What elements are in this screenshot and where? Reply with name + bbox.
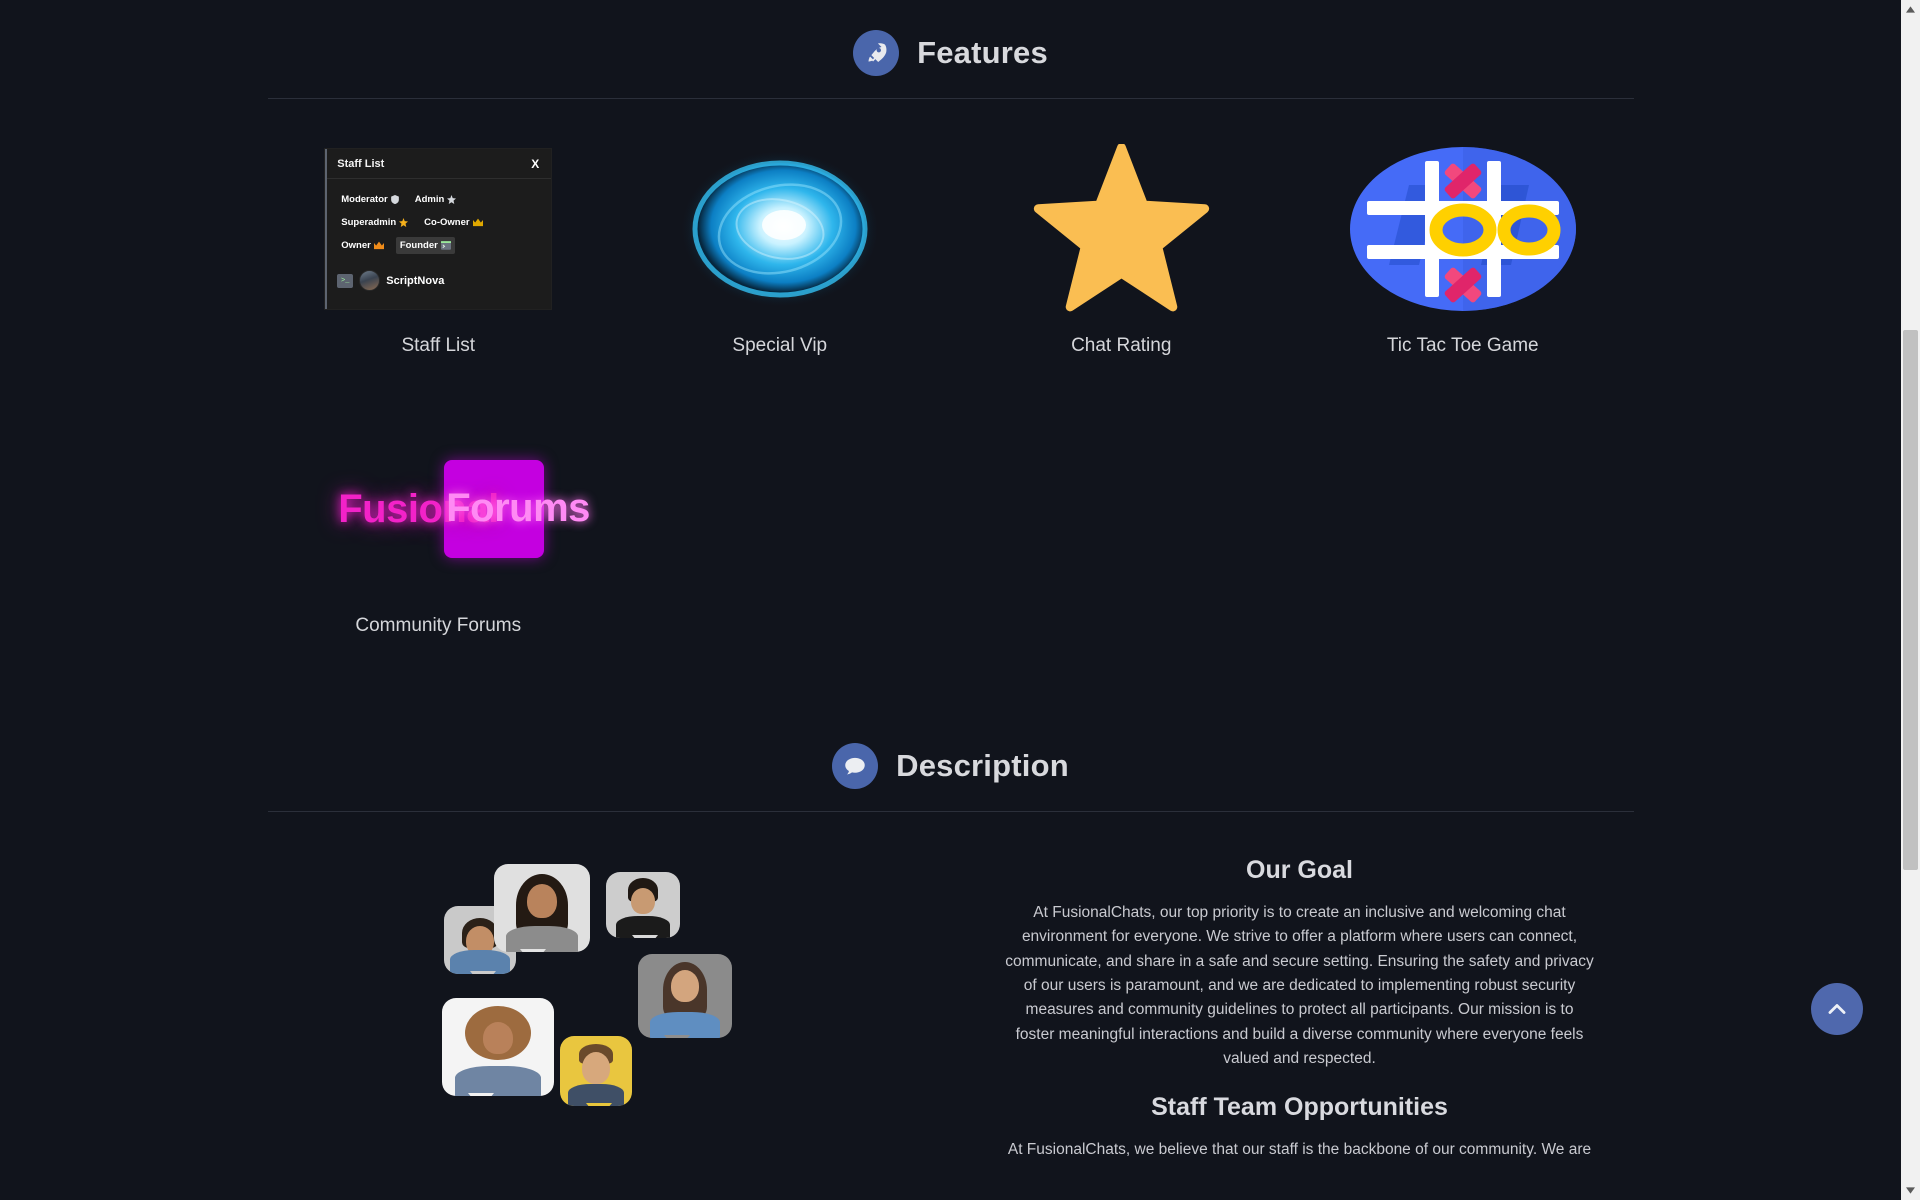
special-vip-art <box>640 139 920 319</box>
scrollbar-up-arrow[interactable] <box>1901 0 1920 19</box>
scroll-viewport[interactable]: Features Staff List X Moderator Admin Su… <box>0 0 1901 1200</box>
collage-photo-5 <box>441 998 554 1096</box>
close-icon[interactable]: X <box>531 157 539 171</box>
scrollbar-down-arrow[interactable] <box>1901 1181 1920 1200</box>
triangle-up-icon <box>1906 6 1915 13</box>
staff-list-art: Staff List X Moderator Admin Superadmin … <box>298 139 578 319</box>
description-text-column: Our Goal At FusionalChats, our top prior… <box>966 850 1634 1185</box>
scrollbar-thumb[interactable] <box>1903 330 1918 870</box>
fusional-forums-logo: Fusional Forums <box>334 460 590 558</box>
chevron-up-icon <box>1828 1004 1846 1014</box>
role-chip-owner[interactable]: Owner <box>337 237 388 254</box>
blue-energy-orb-icon <box>680 150 879 307</box>
description-heading-staff-team: Staff Team Opportunities <box>1151 1093 1448 1122</box>
staff-list-window-title: Staff List <box>337 157 385 170</box>
role-label: Co-Owner <box>424 217 470 228</box>
description-section-header: Description <box>268 713 1634 789</box>
terminal-badge-icon: >_ <box>337 273 354 288</box>
features-title: Features <box>917 35 1048 70</box>
role-chip-co-owner[interactable]: Co-Owner <box>420 214 486 231</box>
logo-word-forums: Forums <box>446 486 590 530</box>
star-gold-icon <box>399 218 409 227</box>
description-title: Description <box>896 748 1069 783</box>
feature-card-tic-tac-toe[interactable]: Tic Tac Toe Game <box>1292 139 1634 357</box>
person-portrait <box>560 1036 632 1106</box>
shield-icon <box>390 195 399 204</box>
collage-photo-3 <box>605 872 680 938</box>
collage-photo-2 <box>493 864 590 952</box>
avatar <box>359 270 381 291</box>
person-portrait <box>442 998 554 1096</box>
description-body-our-goal: At FusionalChats, our top priority is to… <box>1005 904 1594 1067</box>
description-heading-our-goal: Our Goal <box>1246 856 1353 884</box>
role-chip-founder[interactable]: Founder <box>395 237 455 254</box>
collage-photo-6 <box>559 1036 632 1106</box>
role-label: Owner <box>341 240 371 251</box>
staff-list-body: Moderator Admin Superadmin Co-Owner Owne… <box>327 179 551 291</box>
description-collage-column <box>268 850 936 1185</box>
feature-card-community-forums[interactable]: Fusional Forums Community Forums <box>268 419 610 637</box>
scroll-to-top-button[interactable] <box>1811 983 1863 1035</box>
page-root: Features Staff List X Moderator Admin Su… <box>0 0 1920 1200</box>
person-portrait <box>638 954 732 1038</box>
person-portrait <box>494 864 590 952</box>
features-grid: Staff List X Moderator Admin Superadmin … <box>268 139 1634 637</box>
feature-label: Tic Tac Toe Game <box>1386 335 1539 356</box>
feature-label: Staff List <box>401 335 476 356</box>
star-grey-icon <box>447 195 457 204</box>
tic-tac-toe-art <box>1323 139 1603 319</box>
staff-role-list: Moderator Admin Superadmin Co-Owner Owne… <box>337 191 541 254</box>
feature-card-special-vip[interactable]: Special Vip <box>609 139 951 357</box>
role-chip-moderator[interactable]: Moderator <box>337 191 402 208</box>
gold-star-icon <box>1033 144 1209 312</box>
description-content: Our Goal At FusionalChats, our top prior… <box>268 812 1634 1185</box>
tic-tac-toe-board-icon <box>1349 147 1576 311</box>
staff-list-window[interactable]: Staff List X Moderator Admin Superadmin … <box>325 149 552 309</box>
role-label: Founder <box>399 240 438 251</box>
staff-list-titlebar: Staff List X <box>327 149 552 179</box>
community-forums-art: Fusional Forums <box>298 419 590 599</box>
feature-label: Chat Rating <box>1071 335 1172 356</box>
terminal-icon <box>440 241 451 250</box>
collage-photo-4 <box>637 954 732 1038</box>
chat-rating-art <box>981 139 1261 319</box>
triangle-down-icon <box>1906 1187 1915 1194</box>
speech-bubble-icon <box>832 743 879 789</box>
people-photo-collage <box>441 850 762 1110</box>
role-chip-admin[interactable]: Admin <box>411 191 461 208</box>
features-container: Staff List X Moderator Admin Superadmin … <box>268 99 1634 637</box>
role-label: Superadmin <box>341 217 397 228</box>
person-portrait <box>606 872 680 938</box>
feature-card-chat-rating[interactable]: Chat Rating <box>951 139 1293 357</box>
crown-gold-icon <box>472 218 483 227</box>
role-label: Admin <box>414 194 445 205</box>
feature-label: Special Vip <box>732 335 828 356</box>
rocket-icon <box>853 30 900 76</box>
role-label: Moderator <box>341 194 388 205</box>
page-scrollbar[interactable] <box>1901 0 1920 1200</box>
feature-label: Community Forums <box>355 615 522 636</box>
role-chip-superadmin[interactable]: Superadmin <box>337 214 412 231</box>
features-section-header: Features <box>268 0 1634 76</box>
staff-member-row[interactable]: >_ ScriptNova <box>337 266 541 291</box>
staff-member-name: ScriptNova <box>386 274 445 287</box>
crown-orange-icon <box>373 241 384 250</box>
description-body-staff-team: At FusionalChats, we believe that our st… <box>1007 1141 1592 1159</box>
feature-card-staff-list[interactable]: Staff List X Moderator Admin Superadmin … <box>268 139 610 357</box>
